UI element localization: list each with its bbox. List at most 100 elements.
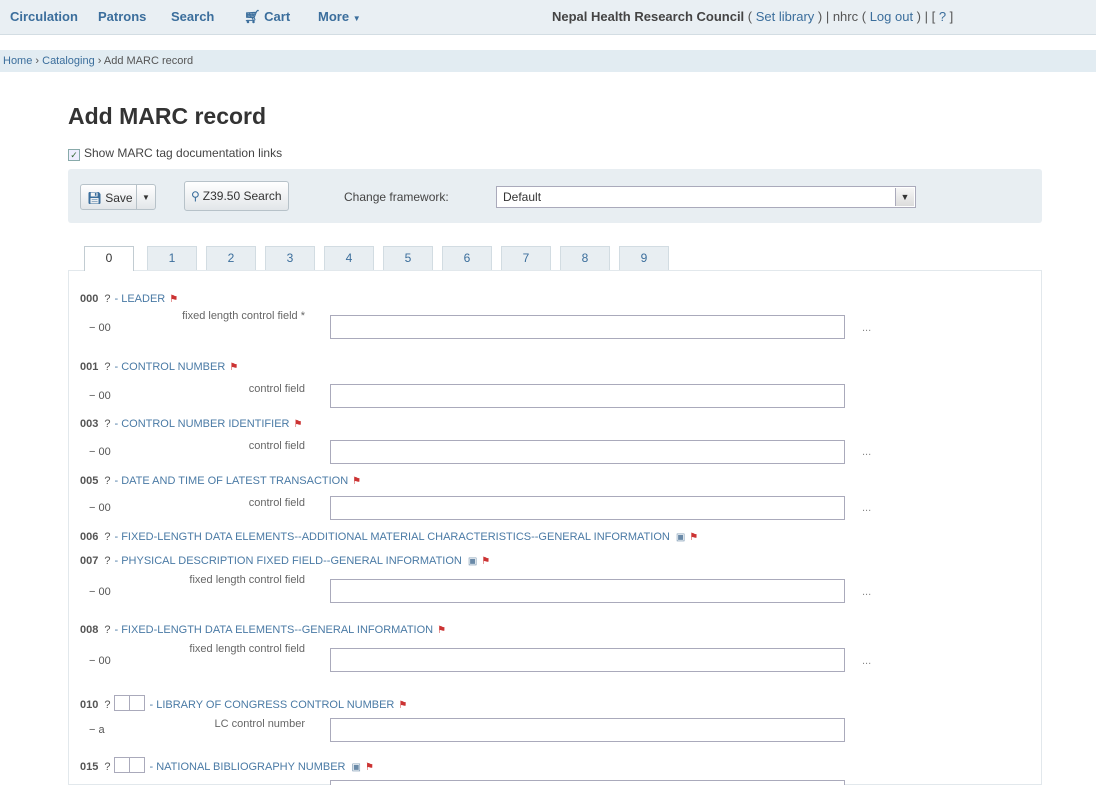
framework-select[interactable]: Default ▼ <box>496 186 916 208</box>
help-icon[interactable]: ? <box>104 361 110 373</box>
field-name[interactable]: - CONTROL NUMBER IDENTIFIER <box>114 418 289 430</box>
subfield-input-015[interactable] <box>330 780 845 785</box>
field-tag: 001 <box>80 361 99 373</box>
help-icon[interactable]: ? <box>104 555 110 567</box>
tab-0[interactable]: 0 <box>84 246 134 271</box>
tab-9[interactable]: 9 <box>619 246 669 270</box>
field-name[interactable]: - CONTROL NUMBER <box>114 361 225 373</box>
chevron-down-icon: ▼ <box>895 188 914 206</box>
edit-icon[interactable]: ▣ <box>468 556 477 567</box>
library-name: Nepal Health Research Council <box>552 9 745 24</box>
set-library-link[interactable]: Set library <box>756 9 815 24</box>
field-name[interactable]: - LEADER <box>114 293 165 305</box>
subfield-label: control field <box>248 497 305 509</box>
search-icon: ⚲ <box>191 189 200 203</box>
field-001: 001? - CONTROL NUMBER ⚑ <box>80 361 238 373</box>
help-icon[interactable]: ? <box>104 475 110 487</box>
subfield-label: LC control number <box>214 718 306 730</box>
save-dropdown-toggle[interactable]: ▼ <box>136 185 155 209</box>
subfield-code[interactable]: − 00 <box>89 586 111 598</box>
logout-link[interactable]: Log out <box>870 9 913 24</box>
field-tag: 000 <box>80 293 99 305</box>
edit-icon[interactable]: ▣ <box>676 532 685 543</box>
edit-icon[interactable]: ▣ <box>352 762 361 773</box>
field-name[interactable]: - PHYSICAL DESCRIPTION FIXED FIELD--GENE… <box>114 555 461 567</box>
tab-1[interactable]: 1 <box>147 246 197 270</box>
tab-5[interactable]: 5 <box>383 246 433 270</box>
save-icon: 💾︎ <box>87 191 103 205</box>
help-icon[interactable]: ? <box>104 293 110 305</box>
subfield-label: control field <box>248 383 305 395</box>
indicator-2-input[interactable] <box>129 757 146 773</box>
breadcrumb-home[interactable]: Home <box>3 55 32 67</box>
subfield-input-003[interactable] <box>330 440 845 464</box>
field-008: 008? - FIXED-LENGTH DATA ELEMENTS--GENERA… <box>80 624 446 636</box>
field-name[interactable]: - NATIONAL BIBLIOGRAPHY NUMBER <box>149 761 345 773</box>
nav-more[interactable]: More ▼ <box>318 9 361 24</box>
nav-patrons[interactable]: Patrons <box>98 9 146 24</box>
z3950-search-button[interactable]: ⚲ Z39.50 Search <box>184 181 289 211</box>
field-name[interactable]: - FIXED-LENGTH DATA ELEMENTS--GENERAL IN… <box>114 624 433 636</box>
top-nav: Circulation Patrons Search 🛒︎ Cart More … <box>0 0 1096 35</box>
subfield-code[interactable]: − 00 <box>89 502 111 514</box>
subfield-input-005[interactable] <box>330 496 845 520</box>
nav-circulation[interactable]: Circulation <box>10 9 78 24</box>
help-icon[interactable]: ? <box>104 624 110 636</box>
flag-icon[interactable]: ⚑ <box>437 625 446 636</box>
plugin-icon[interactable]: ... <box>862 586 871 598</box>
field-tag: 006 <box>80 531 99 543</box>
help-link[interactable]: ? <box>939 9 946 24</box>
help-icon[interactable]: ? <box>104 761 110 773</box>
nav-cart[interactable]: 🛒︎ Cart <box>244 9 290 25</box>
show-doc-links[interactable]: ✓ Show MARC tag documentation links <box>68 146 282 161</box>
subfield-code[interactable]: − a <box>89 724 105 736</box>
subfield-code[interactable]: − 00 <box>89 446 111 458</box>
breadcrumb-current: Add MARC record <box>103 55 194 67</box>
flag-icon[interactable]: ⚑ <box>229 362 238 373</box>
plugin-icon[interactable]: ... <box>862 322 871 334</box>
subfield-label: fixed length control field <box>189 574 305 586</box>
plugin-icon[interactable]: ... <box>862 446 871 458</box>
flag-icon[interactable]: ⚑ <box>398 700 407 711</box>
breadcrumb-cataloging[interactable]: Cataloging <box>42 55 95 67</box>
help-icon[interactable]: ? <box>104 418 110 430</box>
subfield-input-010[interactable] <box>330 718 845 742</box>
subfield-input-007[interactable] <box>330 579 845 603</box>
field-name[interactable]: - DATE AND TIME OF LATEST TRANSACTION <box>114 475 348 487</box>
nav-search[interactable]: Search <box>171 9 214 24</box>
field-name[interactable]: - LIBRARY OF CONGRESS CONTROL NUMBER <box>149 699 394 711</box>
field-tag: 010 <box>80 699 99 711</box>
indicator-2-input[interactable] <box>129 695 146 711</box>
help-icon[interactable]: ? <box>104 699 110 711</box>
tab-6[interactable]: 6 <box>442 246 492 270</box>
flag-icon[interactable]: ⚑ <box>365 762 374 773</box>
subfield-code[interactable]: − 00 <box>89 655 111 667</box>
plugin-icon[interactable]: ... <box>862 655 871 667</box>
indicator-1-input[interactable] <box>114 757 131 773</box>
subfield-input-000[interactable] <box>330 315 845 339</box>
flag-icon[interactable]: ⚑ <box>169 294 178 305</box>
tab-4[interactable]: 4 <box>324 246 374 270</box>
tab-3[interactable]: 3 <box>265 246 315 270</box>
tab-8[interactable]: 8 <box>560 246 610 270</box>
help-icon[interactable]: ? <box>104 531 110 543</box>
flag-icon[interactable]: ⚑ <box>481 556 490 567</box>
subfield-label: fixed length control field <box>189 643 305 655</box>
show-doc-checkbox[interactable]: ✓ <box>68 149 80 161</box>
framework-label: Change framework: <box>344 190 449 204</box>
subfield-label: fixed length control field * <box>182 310 305 322</box>
field-tag: 005 <box>80 475 99 487</box>
indicator-1-input[interactable] <box>114 695 131 711</box>
flag-icon[interactable]: ⚑ <box>352 476 361 487</box>
plugin-icon[interactable]: ... <box>862 502 871 514</box>
subfield-code[interactable]: − 00 <box>89 322 111 334</box>
field-name[interactable]: - FIXED-LENGTH DATA ELEMENTS--ADDITIONAL… <box>114 531 669 543</box>
tab-7[interactable]: 7 <box>501 246 551 270</box>
flag-icon[interactable]: ⚑ <box>293 419 302 430</box>
subfield-input-008[interactable] <box>330 648 845 672</box>
flag-icon[interactable]: ⚑ <box>689 532 698 543</box>
subfield-code[interactable]: − 00 <box>89 390 111 402</box>
tab-2[interactable]: 2 <box>206 246 256 270</box>
save-button[interactable]: 💾︎ Save <box>81 185 143 209</box>
subfield-input-001[interactable] <box>330 384 845 408</box>
